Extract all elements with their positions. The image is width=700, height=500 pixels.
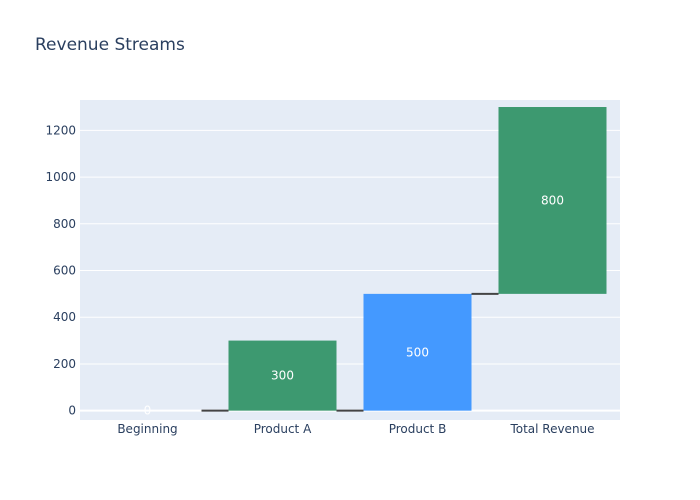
x-tick-label: Product A <box>254 422 312 436</box>
x-axis: Beginning Product A Product B Total Revenue <box>117 422 594 436</box>
y-tick-label: 600 <box>53 264 76 278</box>
waterfall-chart: Revenue Streams 0 300 500 800 0 200 400 600 800… <box>35 35 620 436</box>
y-tick-label: 200 <box>53 357 76 371</box>
y-axis: 0 200 400 600 800 1000 1200 <box>45 123 76 417</box>
bar-value-label: 0 <box>144 404 152 418</box>
y-tick-label: 800 <box>53 217 76 231</box>
bar-value-label: 500 <box>406 345 429 359</box>
x-tick-label: Total Revenue <box>509 422 594 436</box>
y-tick-label: 1200 <box>45 123 76 137</box>
x-tick-label: Beginning <box>117 422 177 436</box>
bar-value-label: 800 <box>541 193 564 207</box>
bar-value-label: 300 <box>271 369 294 383</box>
y-tick-label: 0 <box>68 404 76 418</box>
y-tick-label: 400 <box>53 310 76 324</box>
y-tick-label: 1000 <box>45 170 76 184</box>
x-tick-label: Product B <box>389 422 447 436</box>
chart-title: Revenue Streams <box>35 35 185 55</box>
